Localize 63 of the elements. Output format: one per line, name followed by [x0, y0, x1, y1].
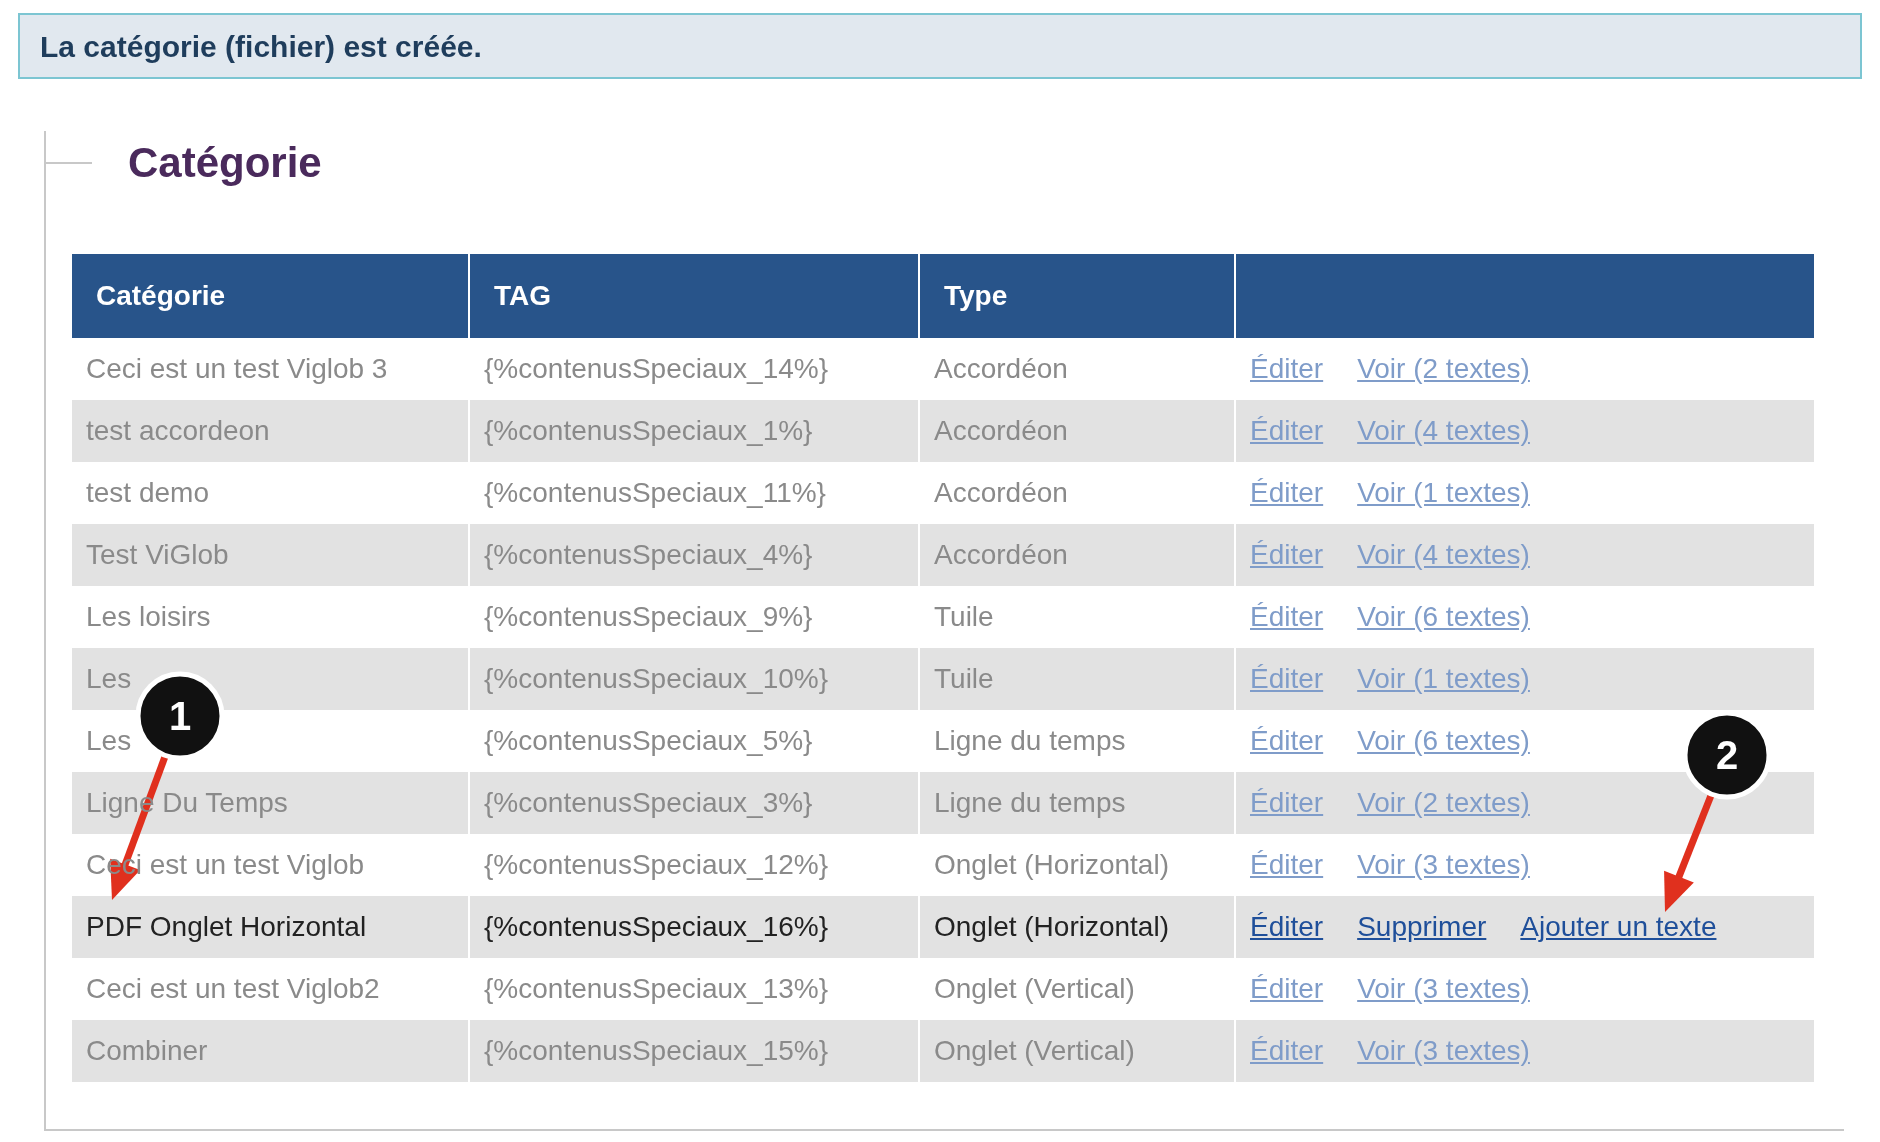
table-cell-text: {%contenusSpeciaux_10%}: [484, 662, 829, 696]
banner-text: La catégorie (fichier) est créée.: [40, 28, 482, 65]
table-cell-text: {%contenusSpeciaux_3%}: [484, 786, 813, 820]
action-link[interactable]: Supprimer: [1357, 906, 1487, 948]
table-cell-text: Accordéon: [934, 538, 1068, 572]
action-link[interactable]: Voir (4 textes): [1357, 534, 1530, 576]
table-cell-text: {%contenusSpeciaux_13%}: [484, 972, 829, 1006]
table-cell-text: Accordéon: [934, 352, 1068, 386]
action-link[interactable]: Éditer: [1250, 348, 1324, 390]
table-cell-text: {%contenusSpeciaux_15%}: [484, 1034, 829, 1068]
action-link[interactable]: Éditer: [1250, 968, 1324, 1010]
table-cell-text: {%contenusSpeciaux_14%}: [484, 352, 829, 386]
table-cell-text: {%contenusSpeciaux_5%}: [484, 724, 813, 758]
table-cell-text: Tuile: [934, 600, 994, 634]
action-link[interactable]: Voir (3 textes): [1357, 968, 1530, 1010]
table-cell-text: {%contenusSpeciaux_11%}: [484, 476, 826, 510]
action-link[interactable]: Voir (6 textes): [1357, 720, 1530, 762]
table-cell-text: Combiner: [86, 1034, 208, 1068]
table-cell-text: {%contenusSpeciaux_9%}: [484, 600, 813, 634]
action-link[interactable]: Ajouter un texte: [1520, 906, 1717, 948]
action-link[interactable]: Voir (1 textes): [1357, 472, 1530, 514]
table-cell-text: test demo: [86, 476, 209, 510]
action-link[interactable]: Éditer: [1250, 906, 1324, 948]
table-cell-text: {%contenusSpeciaux_12%}: [484, 848, 829, 882]
table-cell-text: Ceci est un test Viglob2: [86, 972, 380, 1006]
table-cell-text: Ceci est un test Viglob 3: [86, 352, 388, 386]
table-cell-text: Ligne du temps: [934, 786, 1126, 820]
table-cell-text: PDF Onglet Horizontal: [86, 910, 367, 944]
action-link[interactable]: Voir (4 textes): [1357, 410, 1530, 452]
table-cell-text: test accordeon: [86, 414, 270, 448]
action-link[interactable]: Éditer: [1250, 658, 1324, 700]
table-cell-text: {%contenusSpeciaux_16%}: [484, 910, 829, 944]
action-link[interactable]: Voir (2 textes): [1357, 782, 1530, 824]
table-cell-text: Onglet (Vertical): [934, 972, 1135, 1006]
table-cell-text: Onglet (Vertical): [934, 1034, 1135, 1068]
action-link[interactable]: Éditer: [1250, 534, 1324, 576]
table-cell-text: Les: [86, 724, 132, 758]
action-link[interactable]: Voir (3 textes): [1357, 1030, 1530, 1072]
table-cell-text: {%contenusSpeciaux_1%}: [484, 414, 813, 448]
table-cell-text: Onglet (Horizontal): [934, 848, 1169, 882]
action-link[interactable]: Voir (1 textes): [1357, 658, 1530, 700]
table-cell-text: Les: [86, 662, 132, 696]
action-link[interactable]: Éditer: [1250, 720, 1324, 762]
action-link[interactable]: Éditer: [1250, 1030, 1324, 1072]
table-cell-text: Accordéon: [934, 476, 1068, 510]
table-cell-text: Les loisirs: [86, 600, 211, 634]
table-cell-text: {%contenusSpeciaux_4%}: [484, 538, 813, 572]
action-link[interactable]: Éditer: [1250, 596, 1324, 638]
action-link[interactable]: Éditer: [1250, 844, 1324, 886]
action-link[interactable]: Éditer: [1250, 472, 1324, 514]
action-link[interactable]: Voir (6 textes): [1357, 596, 1530, 638]
table-cell-text: Tuile: [934, 662, 994, 696]
callout-number: 2: [1715, 733, 1739, 777]
action-link[interactable]: Éditer: [1250, 782, 1324, 824]
action-link[interactable]: Voir (2 textes): [1357, 348, 1530, 390]
table-cell-text: Onglet (Horizontal): [934, 910, 1169, 944]
section-title: Catégorie: [128, 138, 322, 188]
table-cell-text: Accordéon: [934, 414, 1068, 448]
table-cell-text: Test ViGlob: [86, 538, 229, 572]
action-link[interactable]: Voir (3 textes): [1357, 844, 1530, 886]
table-cell-text: Ligne du temps: [934, 724, 1126, 758]
callout-number: 1: [168, 694, 192, 738]
action-link[interactable]: Éditer: [1250, 410, 1324, 452]
